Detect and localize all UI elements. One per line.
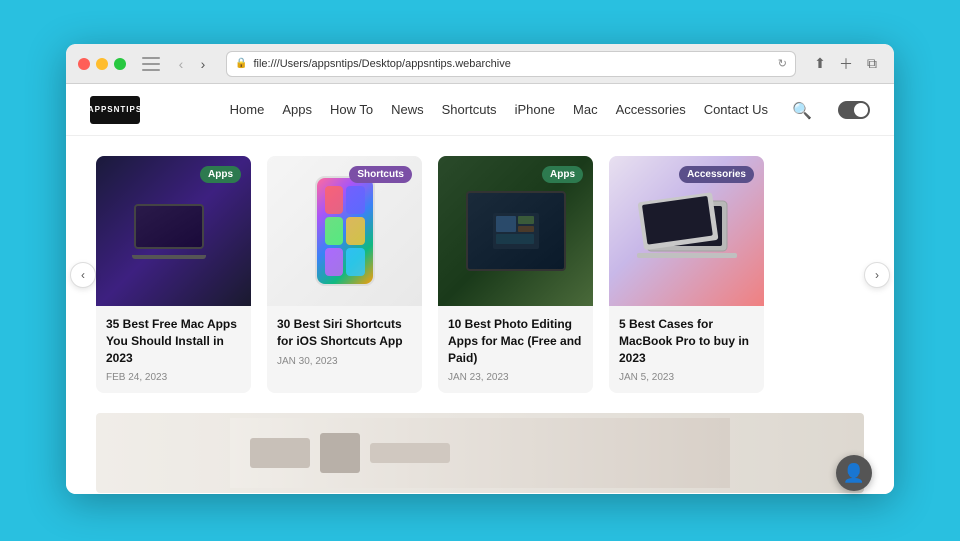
nav-link-mac[interactable]: Mac — [573, 102, 598, 117]
card-title-4: 5 Best Cases for MacBook Pro to buy in 2… — [619, 316, 754, 366]
card-info-3: 10 Best Photo Editing Apps for Mac (Free… — [438, 306, 593, 393]
address-text: file:///Users/appsntips/Desktop/appsntip… — [253, 58, 771, 70]
card-image-2: Shortcuts — [267, 156, 422, 306]
card-info-1: 35 Best Free Mac Apps You Should Install… — [96, 306, 251, 393]
address-bar[interactable]: 🔒 file:///Users/appsntips/Desktop/appsnt… — [226, 51, 796, 77]
article-carousel: ‹ Apps 35 Best Free Mac App — [66, 136, 894, 413]
card-title-3: 10 Best Photo Editing Apps for Mac (Free… — [448, 316, 583, 366]
carousel-prev-button[interactable]: ‹ — [70, 262, 96, 288]
tabs-button[interactable]: ⧉ — [862, 54, 882, 74]
minimize-button[interactable] — [96, 58, 108, 70]
card-date-3: JAN 23, 2023 — [448, 372, 583, 383]
article-card-3[interactable]: Apps 10 Best Photo Editing Apps for Mac … — [438, 156, 593, 393]
refresh-icon[interactable]: ↻ — [778, 57, 787, 70]
browser-window: ‹ › 🔒 file:///Users/appsntips/Desktop/ap… — [66, 44, 894, 494]
new-tab-button[interactable]: ＋ — [836, 54, 856, 74]
toolbar-actions: ⬆ ＋ ⧉ — [810, 54, 882, 74]
traffic-lights — [78, 58, 126, 70]
article-card-4[interactable]: Accessories 5 Best Cases for MacBook Pro… — [609, 156, 764, 393]
site-nav-links: Home Apps How To News Shortcuts iPhone M… — [230, 101, 870, 119]
fullscreen-button[interactable] — [114, 58, 126, 70]
close-button[interactable] — [78, 58, 90, 70]
nav-link-howto[interactable]: How To — [330, 102, 373, 117]
card-image-1: Apps — [96, 156, 251, 306]
mac-illustration — [466, 191, 566, 271]
search-icon[interactable]: 🔍 — [792, 101, 810, 119]
lock-icon: 🔒 — [235, 58, 247, 69]
macbook-illustration — [632, 191, 742, 271]
forward-button[interactable]: › — [194, 55, 212, 73]
dark-mode-toggle[interactable] — [838, 101, 870, 119]
site-logo[interactable]: APPSNTIPS — [90, 96, 140, 124]
nav-link-apps[interactable]: Apps — [282, 102, 312, 117]
site-logo-text: APPSNTIPS — [88, 105, 142, 114]
card-date-1: FEB 24, 2023 — [106, 372, 241, 383]
card-date-2: JAN 30, 2023 — [277, 356, 412, 367]
article-card-1[interactable]: Apps 35 Best Free Mac Apps You Should In… — [96, 156, 251, 393]
nav-link-news[interactable]: News — [391, 102, 424, 117]
site-nav: APPSNTIPS Home Apps How To News Shortcut… — [66, 84, 894, 136]
card-badge-1: Apps — [200, 166, 241, 183]
bottom-image-strip — [96, 413, 864, 493]
nav-link-shortcuts[interactable]: Shortcuts — [442, 102, 497, 117]
user-icon: 👤 — [843, 463, 865, 484]
card-info-2: 30 Best Siri Shortcuts for iOS Shortcuts… — [267, 306, 422, 377]
sidebar-toggle-button[interactable] — [142, 57, 160, 71]
article-card-2[interactable]: Shortcuts 30 Best Siri Shortcuts for iOS… — [267, 156, 422, 393]
nav-link-accessories[interactable]: Accessories — [616, 102, 686, 117]
browser-titlebar: ‹ › 🔒 file:///Users/appsntips/Desktop/ap… — [66, 44, 894, 84]
card-badge-4: Accessories — [679, 166, 754, 183]
nav-arrows: ‹ › — [172, 55, 212, 73]
bottom-illustration — [230, 418, 730, 488]
back-button[interactable]: ‹ — [172, 55, 190, 73]
site-content: APPSNTIPS Home Apps How To News Shortcut… — [66, 84, 894, 494]
nav-link-home[interactable]: Home — [230, 102, 265, 117]
share-button[interactable]: ⬆ — [810, 54, 830, 74]
card-info-4: 5 Best Cases for MacBook Pro to buy in 2… — [609, 306, 764, 393]
laptop-illustration — [134, 204, 214, 259]
card-image-3: Apps — [438, 156, 593, 306]
carousel-next-button[interactable]: › — [864, 262, 890, 288]
card-title-2: 30 Best Siri Shortcuts for iOS Shortcuts… — [277, 316, 412, 350]
phone-illustration — [315, 176, 375, 286]
carousel-track: Apps 35 Best Free Mac Apps You Should In… — [96, 156, 864, 393]
card-image-4: Accessories — [609, 156, 764, 306]
nav-link-iphone[interactable]: iPhone — [515, 102, 555, 117]
avatar-button[interactable]: 👤 — [836, 455, 872, 491]
card-title-1: 35 Best Free Mac Apps You Should Install… — [106, 316, 241, 366]
card-date-4: JAN 5, 2023 — [619, 372, 754, 383]
card-badge-2: Shortcuts — [349, 166, 412, 183]
card-badge-3: Apps — [542, 166, 583, 183]
nav-link-contactus[interactable]: Contact Us — [704, 102, 768, 117]
